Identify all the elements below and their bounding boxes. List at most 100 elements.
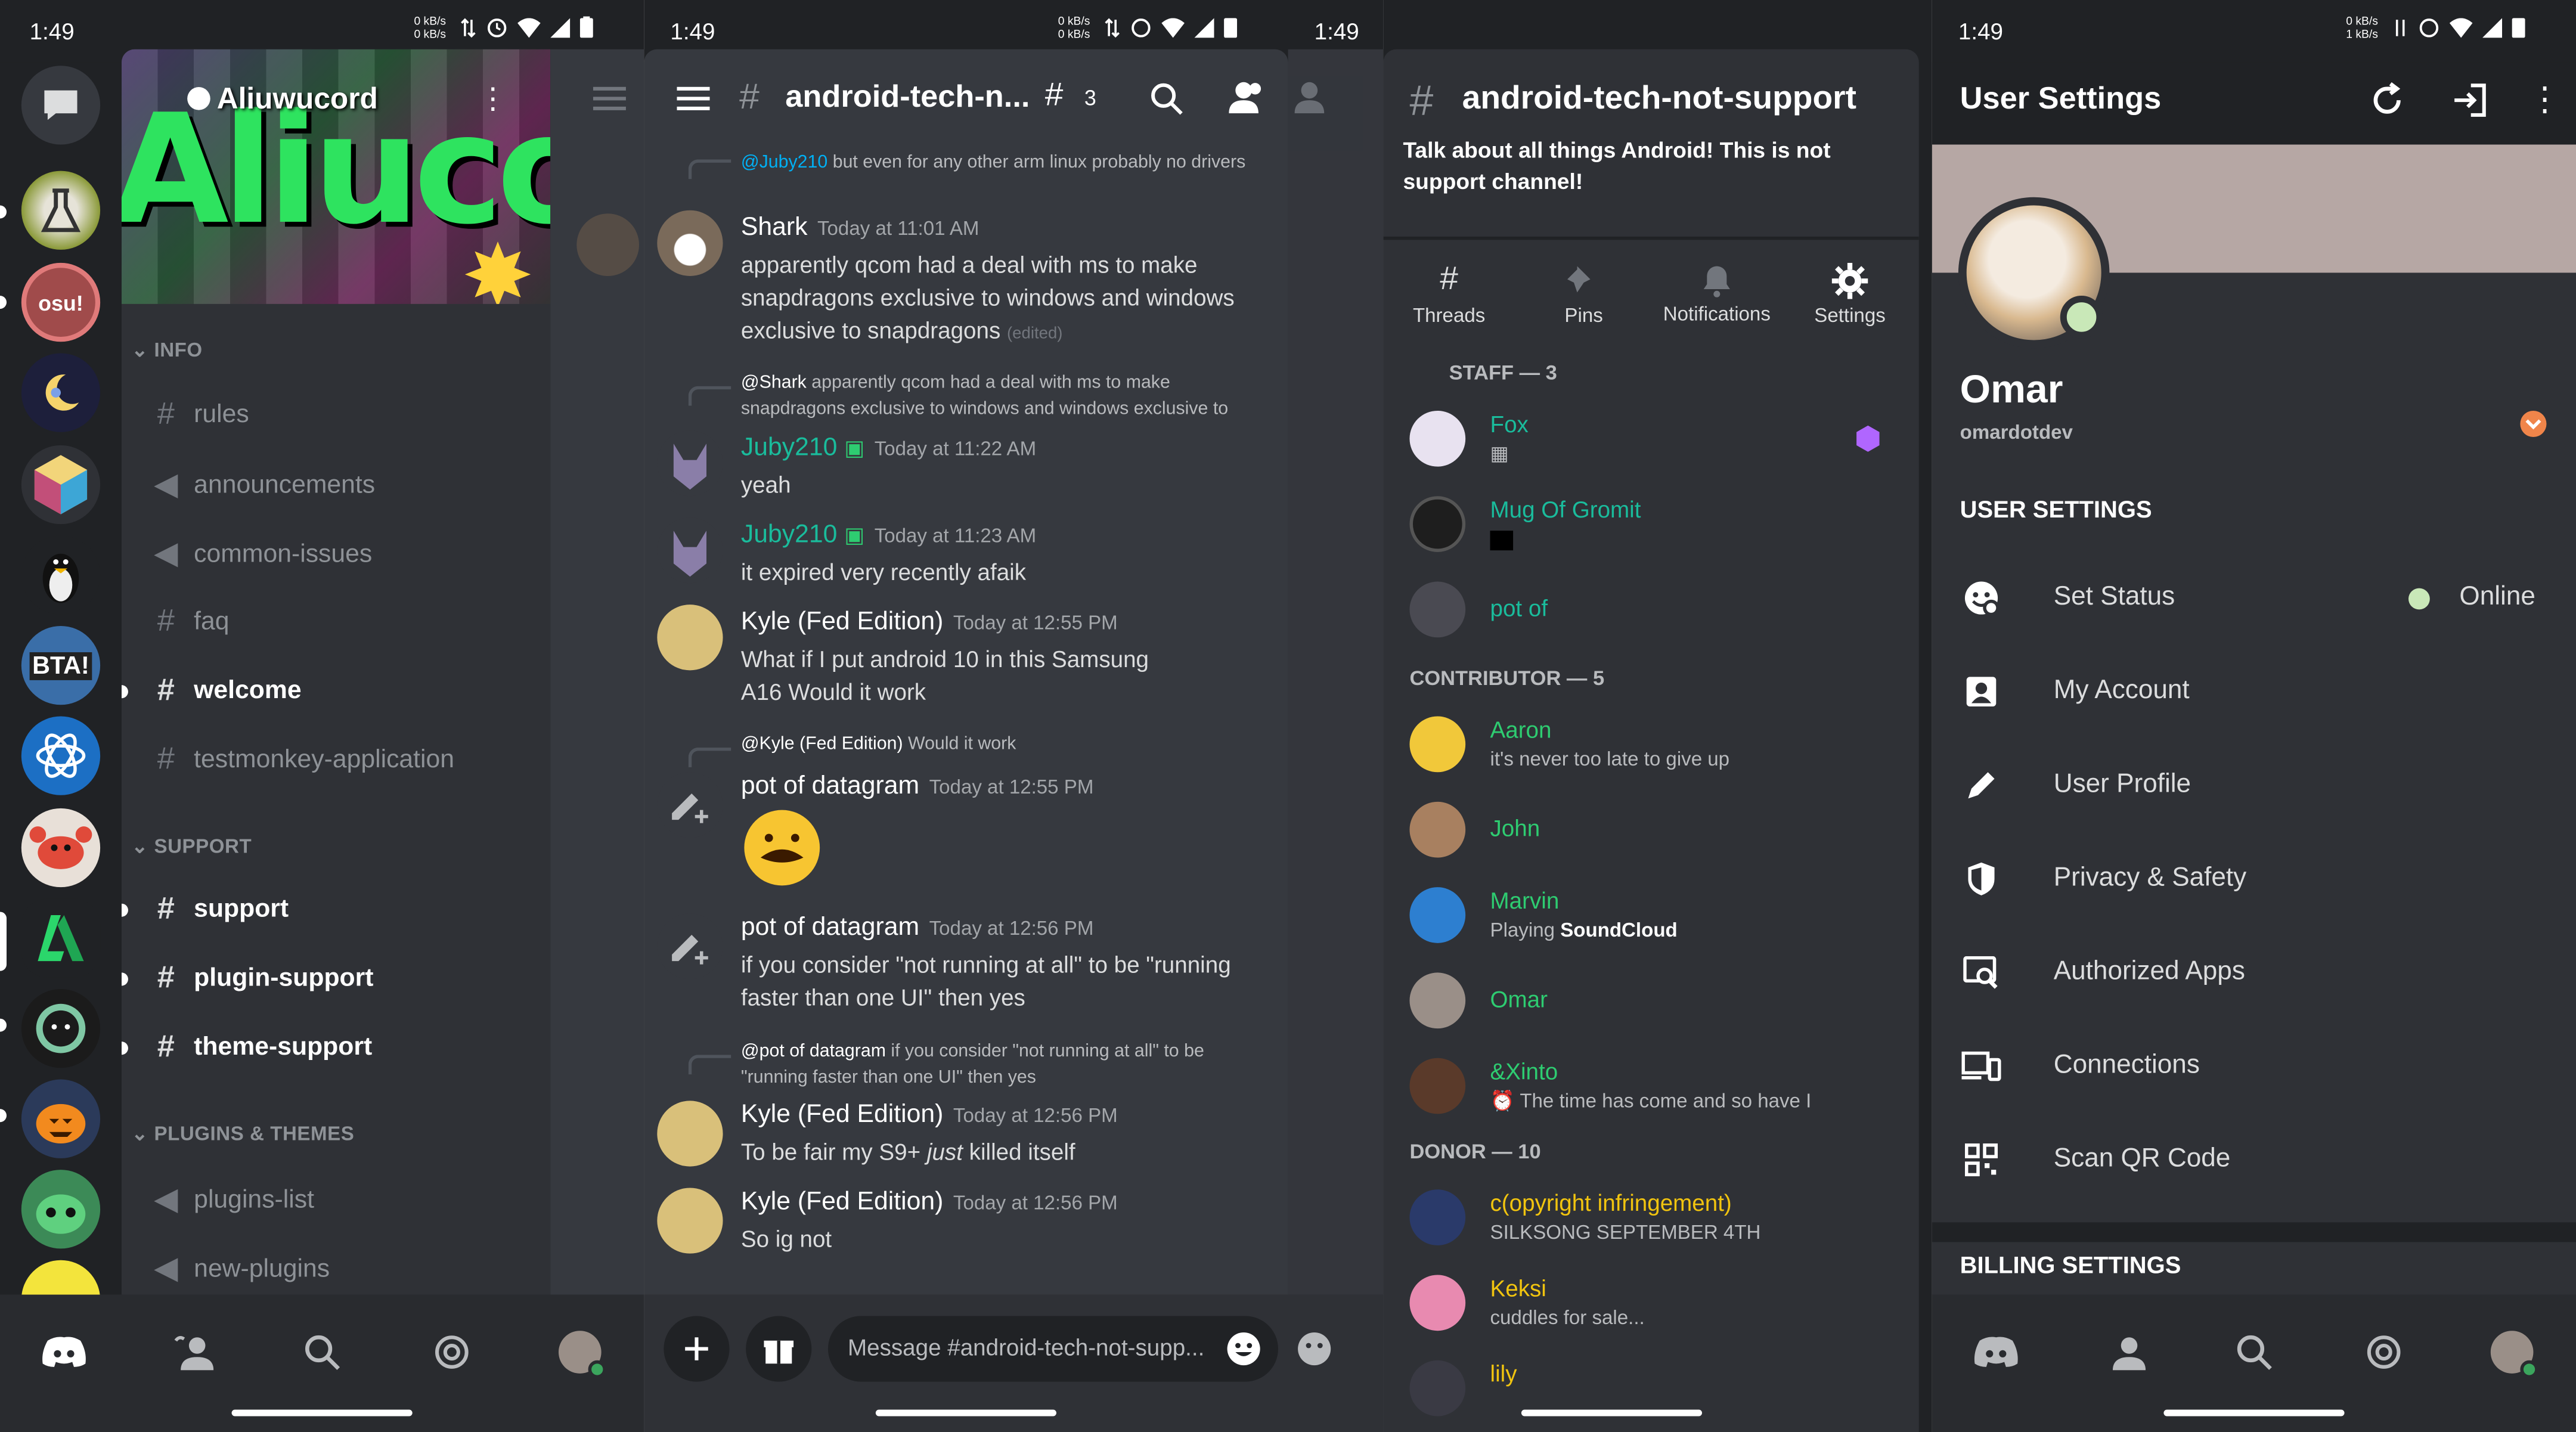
server-icon-atom[interactable]	[21, 716, 101, 795]
tab-mentions[interactable]	[427, 1328, 477, 1377]
category-info[interactable]: ⌄ INFO	[131, 339, 202, 362]
overflow-menu-icon[interactable]: ⋮	[2528, 79, 2561, 120]
tab-search[interactable]	[2230, 1328, 2279, 1377]
avatar[interactable]	[1958, 197, 2110, 349]
channel-common-issues[interactable]: ◀ common-issues	[151, 535, 372, 573]
avatar[interactable]	[657, 913, 723, 980]
megaphone-icon: ◀	[154, 468, 178, 503]
channel-plugins-list[interactable]: ◀ plugins-list	[151, 1181, 314, 1219]
server-rail: osu! BTA!	[0, 62, 122, 1339]
refresh-icon[interactable]	[2369, 82, 2405, 119]
server-icon-cube[interactable]	[21, 445, 101, 525]
member-row[interactable]: c(opyright infringement) SILKSONG SEPTEM…	[1409, 1183, 1892, 1259]
tab-friends[interactable]	[2101, 1328, 2151, 1377]
server-icon-lab[interactable]	[21, 171, 101, 250]
channel-theme-support[interactable]: # theme-support	[121, 1030, 372, 1067]
avatar[interactable]	[657, 605, 723, 671]
member-row[interactable]: Keksi cuddles for sale...	[1409, 1268, 1892, 1344]
tab-profile[interactable]	[555, 1328, 606, 1379]
avatar[interactable]	[657, 1101, 723, 1167]
avatar[interactable]	[657, 517, 723, 584]
member-row[interactable]: John	[1409, 795, 1892, 871]
category-plugins-themes[interactable]: ⌄ PLUGINS & THEMES	[131, 1122, 354, 1145]
gesture-bar	[231, 1409, 413, 1416]
settings-button[interactable]: Settings	[1800, 253, 1899, 335]
pencil-plus-icon	[672, 935, 708, 965]
search-icon[interactable]	[1150, 82, 1183, 115]
tab-friends[interactable]	[169, 1328, 219, 1377]
avatar[interactable]	[657, 210, 723, 276]
tab-home[interactable]	[39, 1328, 89, 1377]
server-icon-blob[interactable]	[21, 1170, 101, 1249]
channel-testmonkey-application[interactable]: # testmonkey-application	[151, 743, 454, 779]
avatar	[1409, 581, 1466, 638]
server-icon-osu[interactable]: osu!	[21, 262, 101, 342]
emoji-icon	[1298, 1332, 1331, 1366]
nitro-badge-icon	[2520, 410, 2547, 438]
tab-home[interactable]	[1971, 1328, 2021, 1377]
member-row[interactable]: lily	[1409, 1354, 1892, 1430]
reply-preview[interactable]: @Shark apparently qcom had a deal with m…	[741, 370, 1275, 422]
member-row[interactable]: Mug Of Gromit	[1409, 489, 1892, 565]
emoji-icon[interactable]	[1226, 1331, 1262, 1367]
channel-faq[interactable]: # faq	[151, 605, 230, 641]
setting-connections[interactable]: Connections	[1932, 1028, 2576, 1104]
setting-authorized-apps[interactable]: Authorized Apps	[1932, 935, 2576, 1011]
channel-rules[interactable]: # rules	[151, 398, 249, 434]
notifications-button[interactable]: Notifications	[1654, 253, 1779, 335]
reply-preview[interactable]: @Juby210 but even for any other arm linu…	[741, 150, 1275, 176]
channel-support[interactable]: # support	[121, 892, 289, 928]
server-icon-crab[interactable]	[21, 808, 101, 888]
avatar	[1409, 887, 1466, 943]
tab-search[interactable]	[297, 1328, 347, 1377]
avatar[interactable]	[657, 772, 723, 838]
penguin-icon	[42, 553, 79, 603]
logout-icon[interactable]	[2451, 82, 2488, 119]
threads-button[interactable]: # Threads	[1400, 253, 1498, 335]
network-speed: 0 kB/s 0 kB/s	[414, 16, 447, 41]
hamburger-icon[interactable]	[677, 85, 710, 111]
setting-user-profile[interactable]: User Profile	[1932, 748, 2576, 823]
status-icons	[2392, 17, 2525, 38]
member-row[interactable]: Omar	[1409, 966, 1892, 1042]
server-icon-moon[interactable]	[21, 353, 101, 432]
setting-scan-qr-code[interactable]: Scan QR Code	[1932, 1122, 2576, 1198]
setting-my-account[interactable]: My Account	[1932, 654, 2576, 730]
member-row[interactable]: pot of	[1409, 575, 1892, 651]
members-icon[interactable]	[1229, 80, 1265, 114]
tab-profile[interactable]	[2487, 1328, 2538, 1379]
avatar	[1409, 1058, 1466, 1114]
member-row[interactable]: Aaron it's never too late to give up	[1409, 710, 1892, 786]
channel-announcements[interactable]: ◀ announcements	[151, 467, 375, 504]
setting-privacy-safety[interactable]: Privacy & Safety	[1932, 841, 2576, 917]
member-row[interactable]: &Xinto ⏰ The time has come and so have I	[1409, 1052, 1892, 1127]
avatar[interactable]	[657, 430, 723, 497]
tab-mentions[interactable]	[2359, 1328, 2408, 1377]
channel-plugin-support[interactable]: # plugin-support	[121, 961, 374, 997]
channel-new-plugins[interactable]: ◀ new-plugins	[151, 1250, 330, 1288]
reply-preview[interactable]: @pot of datagram if you consider "not ru…	[741, 1039, 1275, 1091]
threads-icon[interactable]: #	[1045, 78, 1064, 115]
category-support[interactable]: ⌄ SUPPORT	[131, 835, 252, 858]
reply-preview[interactable]: @Kyle (Fed Edition) Would it work	[741, 731, 1275, 757]
megaphone-icon: ◀	[154, 1251, 178, 1287]
server-icon-pumpkin[interactable]	[21, 1079, 101, 1158]
avatar[interactable]	[657, 1188, 723, 1254]
server-menu-icon[interactable]: ⋮	[478, 82, 508, 117]
member-row[interactable]: Marvin Playing SoundCloud	[1409, 881, 1892, 956]
status-bar: 1:49 0 kB/s 1 kB/s	[1932, 0, 2576, 63]
server-icon-linux[interactable]	[21, 535, 101, 615]
message-input[interactable]: Message #android-tech-not-supp...	[827, 1316, 1279, 1382]
server-banner: Aliucord Aliuwucord ⋮	[121, 49, 551, 304]
attach-button[interactable]	[664, 1316, 730, 1382]
direct-messages-button[interactable]	[21, 66, 101, 145]
server-icon-cat[interactable]	[21, 988, 101, 1068]
pins-button[interactable]: Pins	[1535, 253, 1633, 335]
setting-set-status[interactable]: Set Status Online	[1932, 560, 2576, 636]
gift-button[interactable]	[746, 1316, 812, 1382]
member-row[interactable]: Fox ▦	[1409, 404, 1892, 480]
server-icon-aliucord[interactable]	[21, 898, 101, 978]
status-icons	[460, 16, 593, 38]
server-icon-bta[interactable]: BTA!	[21, 625, 101, 705]
channel-welcome[interactable]: # welcome	[121, 674, 302, 710]
